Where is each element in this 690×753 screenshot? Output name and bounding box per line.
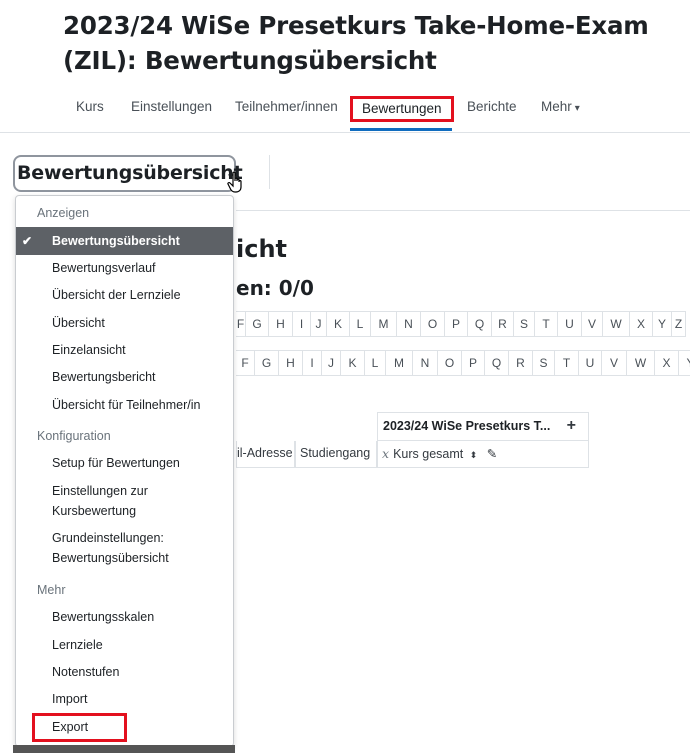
initial-filter-letter[interactable]: N [397,311,421,337]
sort-icon[interactable]: ⬍ [470,450,478,460]
initial-filter-letter[interactable]: J [311,311,327,337]
course-category-header: 2023/24 WiSe Presetkurs T... + [377,412,589,441]
active-tab-indicator [350,128,452,131]
initial-filter-letter[interactable]: O [438,350,462,376]
initial-filter-letter[interactable]: G [255,350,279,376]
initial-filter-letter[interactable]: S [514,311,535,337]
initial-filter-letter[interactable]: K [341,350,365,376]
initial-filter-letter[interactable]: V [582,311,603,337]
initial-filter-letter[interactable]: F [236,350,255,376]
initial-filter-letter[interactable]: W [603,311,630,337]
initial-filter-letter[interactable]: F [236,311,246,337]
dropdown-section-header: Konfiguration [37,429,111,443]
dropdown-item-bewertungsskalen[interactable]: Bewertungsskalen [16,607,233,627]
initial-filter-letter[interactable]: Z [672,311,686,337]
study-column-header[interactable]: Studiengang [295,441,377,468]
toolbar-divider [269,155,270,189]
dropdown-item-import[interactable]: Import [16,689,233,709]
plus-icon[interactable]: + [567,417,576,435]
participants-count-heading: en: 0/0 [236,276,314,300]
dropdown-section-header: Anzeigen [37,206,90,220]
initial-filter-letter[interactable]: M [386,350,413,376]
email-column-header[interactable]: il-Adresse [236,441,295,468]
initial-filter-letter[interactable]: P [462,350,485,376]
dropdown-item-bewertungsbericht[interactable]: Bewertungsbericht [16,367,233,387]
initial-filter-letter[interactable]: I [293,311,311,337]
nav-tab-bewertungen[interactable]: Bewertungen [350,96,454,122]
dropdown-item-teilnehmer-uebersicht[interactable]: Übersicht für Teilnehmer/in [16,395,233,415]
initial-filter-letter[interactable]: L [350,311,371,337]
course-category-label: 2023/24 WiSe Presetkurs T... [383,419,551,433]
initial-filter-letter[interactable]: W [627,350,655,376]
initial-filter-letter[interactable]: Y [653,311,672,337]
initial-filter-letter[interactable]: J [322,350,341,376]
initial-filter-letter[interactable]: O [421,311,445,337]
initial-filter-letter[interactable]: K [327,311,350,337]
dropdown-item-lernziele-uebersicht[interactable]: Übersicht der Lernziele [16,285,233,305]
section-divider [236,210,690,211]
chevron-down-icon: ▾ [574,103,580,114]
firstname-initials-bar: FGHIJKLMNOPQRSTUVWXYZ [236,311,686,337]
lastname-initials-bar: FGHIJKLMNOPQRSTUVWXY [236,350,690,376]
initial-filter-letter[interactable]: U [558,311,582,337]
nav-tab-kurs[interactable]: Kurs [76,96,104,122]
dropdown-shadow-bar [13,745,235,753]
initial-filter-letter[interactable]: P [445,311,468,337]
pencil-icon[interactable]: ✎ [487,447,497,461]
nav-tab-mehr-label: Mehr [541,99,572,114]
initial-filter-letter[interactable]: T [555,350,579,376]
report-selector-button[interactable]: Bewertungsübersicht ⌄ [13,155,243,193]
checkmark-icon: ✔ [22,234,33,248]
nav-tab-mehr[interactable]: Mehr ▾ [541,96,580,122]
nav-tab-einstellungen[interactable]: Einstellungen [131,96,212,122]
initial-filter-letter[interactable]: H [269,311,293,337]
dropdown-item-notenstufen[interactable]: Notenstufen [16,662,233,682]
dropdown-item-einzelansicht[interactable]: Einzelansicht [16,340,233,360]
course-total-label: Kurs gesamt [393,447,464,461]
calculation-icon: 𝑥 [382,446,390,461]
dropdown-item-grundeinstellungen[interactable]: Grundeinstellungen: Bewertungsübersicht [16,528,233,568]
nav-tab-berichte[interactable]: Berichte [467,96,517,122]
table-header-row: il-Adresse Studiengang 𝑥 Kurs gesamt ⬍ ✎ [236,441,589,468]
export-highlight [32,713,127,742]
dropdown-section-header: Mehr [37,583,66,597]
dropdown-item-lernziele[interactable]: Lernziele [16,635,233,655]
initial-filter-letter[interactable]: Q [485,350,509,376]
dropdown-item-bewertungsverlauf[interactable]: Bewertungsverlauf [16,258,233,278]
dropdown-item-label: Bewertungsübersicht [52,234,180,248]
report-selector-label: Bewertungsübersicht [17,162,243,184]
initial-filter-letter[interactable]: I [303,350,322,376]
report-selector-dropdown: Anzeigen ✔ Bewertungsübersicht Bewertung… [15,195,234,747]
dropdown-item-kursbewertung-einstellungen[interactable]: Einstellungen zur Kursbewertung [16,481,233,521]
report-heading: icht [236,235,288,263]
initial-filter-letter[interactable]: X [630,311,653,337]
initial-filter-letter[interactable]: Y [679,350,690,376]
initial-filter-letter[interactable]: R [509,350,533,376]
initial-filter-letter[interactable]: L [365,350,386,376]
initial-filter-letter[interactable]: Q [468,311,492,337]
initial-filter-letter[interactable]: T [535,311,558,337]
initial-filter-letter[interactable]: R [492,311,514,337]
initial-filter-letter[interactable]: G [246,311,269,337]
initial-filter-letter[interactable]: V [602,350,627,376]
course-total-column-header[interactable]: 𝑥 Kurs gesamt ⬍ ✎ [377,441,589,468]
hand-cursor-icon [227,171,242,193]
dropdown-item-uebersicht[interactable]: Übersicht [16,313,233,333]
initial-filter-letter[interactable]: S [533,350,555,376]
page-title: 2023/24 WiSe Presetkurs Take-Home-Exam (… [63,11,649,75]
dropdown-item-setup[interactable]: Setup für Bewertungen [16,453,233,473]
nav-divider [0,132,690,133]
initial-filter-letter[interactable]: H [279,350,303,376]
nav-tab-teilnehmer[interactable]: Teilnehmer/innen [235,96,338,122]
initial-filter-letter[interactable]: X [655,350,679,376]
dropdown-item-bewertungsuebersicht[interactable]: ✔ Bewertungsübersicht [16,227,233,255]
initial-filter-letter[interactable]: M [371,311,397,337]
initial-filter-letter[interactable]: N [413,350,438,376]
secondary-navigation: Kurs Einstellungen Teilnehmer/innen Bewe… [0,90,690,133]
initial-filter-letter[interactable]: U [579,350,602,376]
